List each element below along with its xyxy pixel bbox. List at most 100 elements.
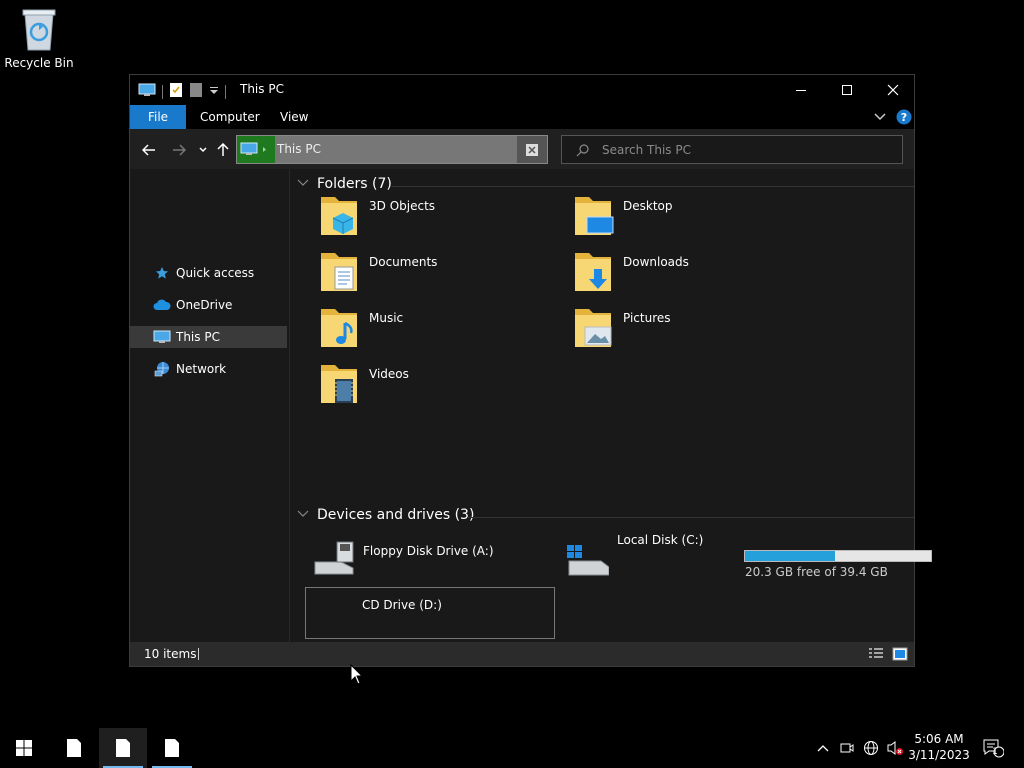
this-pc-icon bbox=[138, 83, 156, 100]
document-icon bbox=[67, 739, 81, 757]
close-button[interactable] bbox=[870, 75, 916, 105]
camera-icon bbox=[840, 743, 854, 753]
pictures-folder-icon bbox=[571, 303, 615, 351]
mouse-cursor-icon bbox=[350, 663, 364, 689]
up-button[interactable] bbox=[214, 141, 232, 159]
folder-pictures[interactable]: Pictures bbox=[567, 303, 817, 355]
quick-access-toolbar bbox=[138, 82, 226, 101]
details-view-icon[interactable] bbox=[868, 647, 884, 664]
chevron-down-icon bbox=[199, 147, 207, 153]
new-folder-icon[interactable] bbox=[189, 82, 203, 101]
cloud-icon bbox=[152, 299, 172, 311]
folder-name: Videos bbox=[369, 367, 409, 381]
drive-name: Local Disk (C:) bbox=[617, 533, 704, 547]
up-arrow-icon bbox=[217, 143, 229, 156]
star-icon bbox=[152, 266, 172, 280]
downloads-folder-icon bbox=[571, 247, 615, 295]
back-button[interactable] bbox=[140, 141, 158, 159]
title-bar[interactable]: This PC bbox=[130, 75, 914, 105]
folders-group-label: Folders (7) bbox=[317, 176, 392, 192]
tab-file[interactable]: File bbox=[130, 105, 186, 129]
clear-x-icon bbox=[526, 143, 538, 156]
clock-date: 3/11/2023 bbox=[908, 748, 970, 762]
minimize-icon bbox=[796, 90, 806, 91]
file-explorer-window: This PC File Computer View ? This PC Sea… bbox=[129, 74, 932, 667]
3d-objects-folder-icon bbox=[317, 191, 361, 239]
items-count: 10 items bbox=[144, 647, 197, 661]
drive-floppy-a[interactable]: Floppy Disk Drive (A:) bbox=[307, 536, 557, 588]
nav-item-label: Network bbox=[176, 362, 227, 376]
clock[interactable]: 5:06 AM 3/11/2023 bbox=[900, 731, 978, 763]
cd-drive-icon bbox=[310, 588, 354, 636]
forward-button[interactable] bbox=[170, 141, 188, 159]
taskbar: 5:06 AM 3/11/2023 1 bbox=[0, 728, 1024, 768]
customize-toolbar-chevron-icon[interactable] bbox=[209, 84, 219, 99]
navigation-pane: Quick access OneDrive This PC Network bbox=[130, 169, 290, 642]
nav-item-label: This PC bbox=[176, 330, 220, 344]
recycle-bin-label: Recycle Bin bbox=[4, 56, 74, 70]
taskbar-app-1[interactable] bbox=[50, 728, 98, 768]
recycle-bin-desktop-icon[interactable]: Recycle Bin bbox=[4, 6, 74, 70]
nav-item-this-pc[interactable]: This PC bbox=[130, 326, 287, 348]
expand-ribbon-chevron-icon[interactable] bbox=[874, 111, 886, 126]
close-icon bbox=[887, 84, 899, 96]
window-title: This PC bbox=[240, 82, 284, 96]
drive-free-space: 20.3 GB free of 39.4 GB bbox=[745, 565, 888, 579]
drive-name: CD Drive (D:) bbox=[362, 598, 442, 612]
address-text: This PC bbox=[277, 142, 321, 156]
large-icons-view-icon[interactable] bbox=[892, 647, 908, 664]
recent-locations-button[interactable] bbox=[194, 141, 212, 159]
document-icon bbox=[116, 739, 130, 757]
music-folder-icon bbox=[317, 303, 361, 351]
folder-name: 3D Objects bbox=[369, 199, 436, 213]
network-status-button[interactable] bbox=[860, 728, 882, 768]
chevron-down-icon bbox=[297, 507, 311, 523]
folder-desktop[interactable]: Desktop bbox=[567, 191, 817, 243]
folder-name: Documents bbox=[369, 255, 438, 269]
folder-documents[interactable]: Documents bbox=[313, 247, 563, 299]
folder-videos[interactable]: Videos bbox=[313, 359, 563, 411]
clear-address-button[interactable] bbox=[517, 136, 547, 163]
address-this-pc-icon bbox=[237, 136, 275, 163]
drives-group-header[interactable]: Devices and drives (3) bbox=[297, 507, 474, 523]
taskbar-app-2[interactable] bbox=[99, 728, 147, 768]
nav-item-onedrive[interactable]: OneDrive bbox=[130, 294, 287, 316]
taskbar-app-3[interactable] bbox=[148, 728, 196, 768]
chevron-down-icon bbox=[297, 176, 311, 192]
drive-name: Floppy Disk Drive (A:) bbox=[363, 544, 494, 558]
desktop-folder-icon bbox=[571, 191, 615, 239]
tab-view[interactable]: View bbox=[270, 105, 318, 129]
help-icon[interactable]: ? bbox=[896, 109, 912, 128]
start-button[interactable] bbox=[0, 728, 48, 768]
forward-arrow-icon bbox=[173, 144, 186, 156]
nav-item-label: OneDrive bbox=[176, 298, 233, 312]
folder-music[interactable]: Music bbox=[313, 303, 563, 355]
globe-icon bbox=[864, 741, 878, 755]
show-hidden-icons-button[interactable] bbox=[812, 728, 834, 768]
search-box[interactable]: Search This PC bbox=[561, 135, 903, 164]
properties-icon[interactable] bbox=[169, 82, 183, 101]
navigation-bar: This PC Search This PC bbox=[130, 129, 914, 169]
folder-3d-objects[interactable]: 3D Objects bbox=[313, 191, 563, 243]
folder-name: Downloads bbox=[623, 255, 689, 269]
folders-group-header[interactable]: Folders (7) bbox=[297, 176, 392, 192]
tab-computer[interactable]: Computer bbox=[190, 105, 270, 129]
folder-name: Music bbox=[369, 311, 404, 325]
drive-cd-d[interactable]: CD Drive (D:) bbox=[305, 587, 555, 639]
nav-item-network[interactable]: Network bbox=[130, 358, 287, 380]
minimize-button[interactable] bbox=[778, 75, 824, 105]
maximize-button[interactable] bbox=[824, 75, 870, 105]
recycle-bin-icon bbox=[19, 6, 59, 52]
folder-downloads[interactable]: Downloads bbox=[567, 247, 817, 299]
videos-folder-icon bbox=[317, 359, 361, 407]
svg-text:?: ? bbox=[901, 111, 907, 124]
folder-name: Pictures bbox=[623, 311, 671, 325]
documents-folder-icon bbox=[317, 247, 361, 295]
clock-time: 5:06 AM bbox=[914, 732, 964, 746]
maximize-icon bbox=[842, 85, 852, 95]
meet-now-button[interactable] bbox=[836, 728, 858, 768]
drives-group-label: Devices and drives (3) bbox=[317, 507, 475, 523]
address-bar[interactable]: This PC bbox=[236, 135, 548, 164]
status-bar: 10 items bbox=[130, 642, 914, 666]
nav-item-quick-access[interactable]: Quick access bbox=[130, 262, 287, 284]
